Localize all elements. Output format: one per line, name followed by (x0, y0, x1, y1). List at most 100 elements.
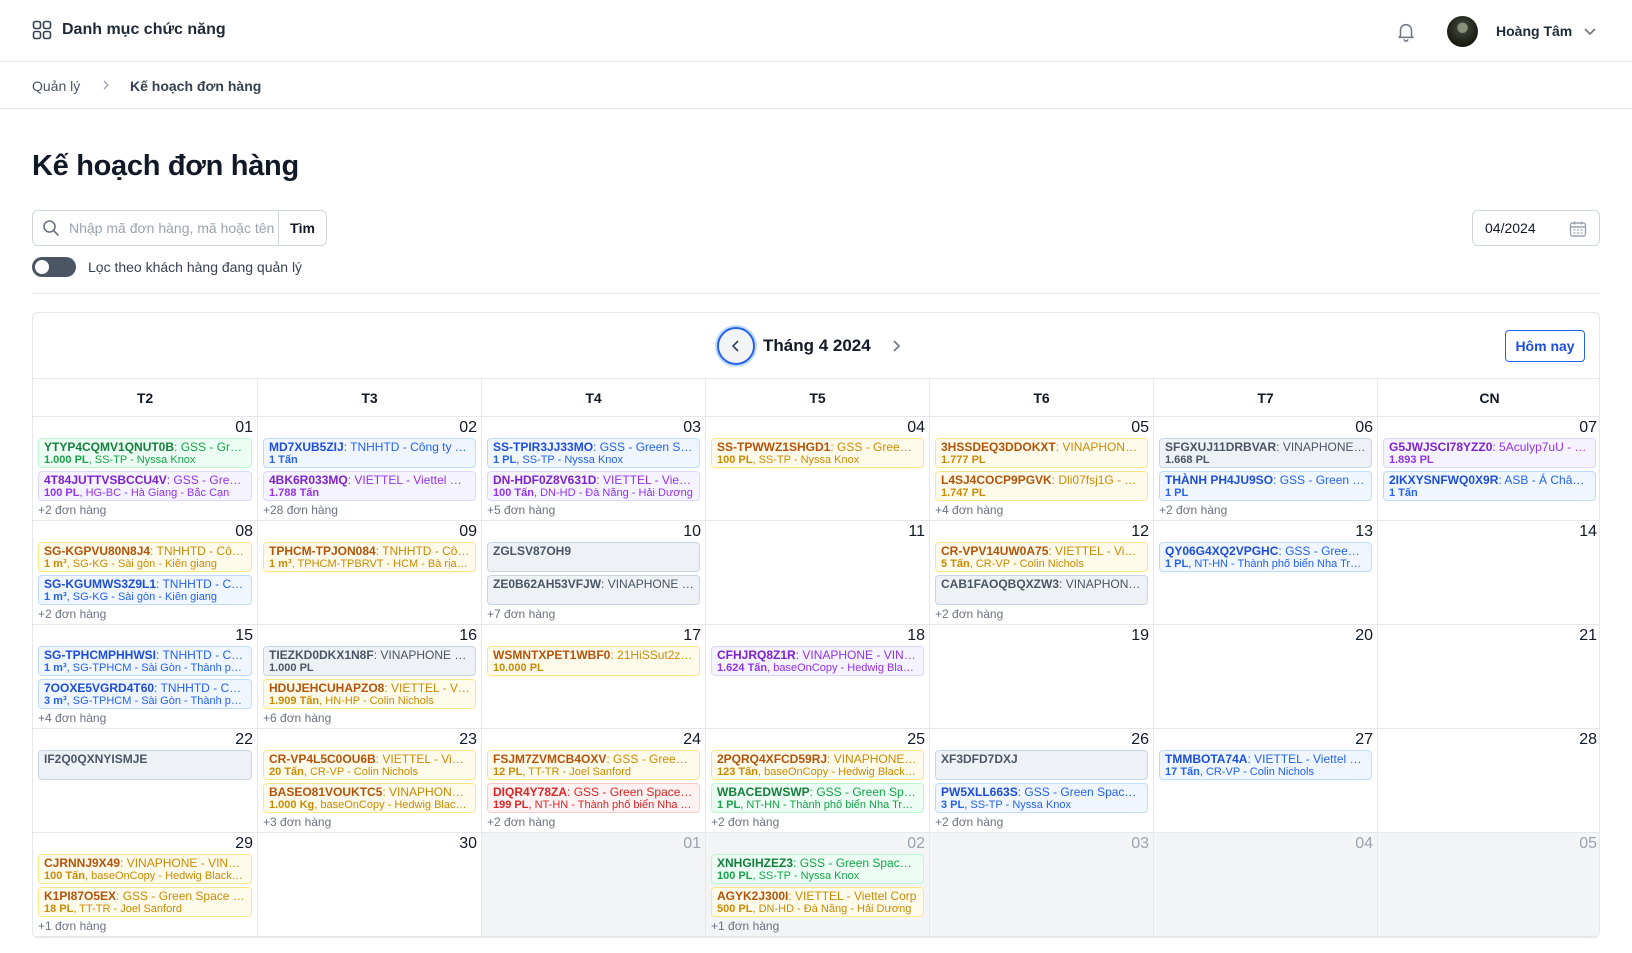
calendar-day-cell[interactable]: 02 XNHGIHZEZ3: GSS - Green Space Solution… (705, 833, 929, 937)
next-month-button[interactable] (883, 333, 909, 359)
calendar-day-cell[interactable]: 08SG-KGPVU80N8J4: TNHHTD - Công ty TNHH1… (33, 521, 257, 625)
calendar-day-cell[interactable]: 15 SG-TPHCMPHHWSI: TNHHTD - Công ty TNHH1… (33, 625, 257, 729)
chevron-down-icon[interactable] (1583, 24, 1597, 38)
order-event[interactable]: AGYK2J300I: VIETTEL - Viettel Corp 500 PL… (711, 887, 924, 917)
breadcrumb-item-manage[interactable]: Quản lý (32, 78, 80, 94)
user-avatar[interactable] (1447, 16, 1478, 47)
more-orders-link[interactable]: +2 đơn hàng (935, 816, 1148, 829)
order-event[interactable]: WBACEDWSWP: GSS - Green Space Solutions1… (711, 783, 924, 813)
order-event[interactable]: WSMNTXPET1WBF0: 21HiSSut2z - Customer10.… (487, 646, 700, 676)
prev-month-button[interactable] (717, 327, 755, 365)
order-event[interactable]: 2IKXYSNFWQ0X9R: ASB - Á Châu Bank1 Tấn (1383, 471, 1596, 501)
calendar-day-cell[interactable]: 04 (1153, 833, 1377, 937)
more-orders-link[interactable]: +1 đơn hàng (711, 920, 924, 933)
order-event[interactable]: XF3DFD7DXJ (935, 750, 1148, 780)
order-event[interactable]: 3HSSDEQ3DDOKXT: VINAPHONE - Vinaphone Co… (935, 438, 1148, 468)
order-event[interactable]: TPHCM-TPJON084: TNHHTD - Công ty TNHH1 m… (263, 542, 476, 572)
more-orders-link[interactable]: +7 đơn hàng (487, 608, 700, 621)
calendar-day-cell[interactable]: 30 (257, 833, 481, 937)
more-orders-link[interactable]: +1 đơn hàng (38, 920, 252, 933)
calendar-day-cell[interactable]: 26 XF3DFD7DXJ PW5XLL663S: GSS - Green Spac… (929, 729, 1153, 833)
calendar-day-cell[interactable]: 16 TIEZKD0DKX1N8F: VINAPHONE - Vinaphone … (257, 625, 481, 729)
order-event[interactable]: SG-TPHCMPHHWSI: TNHHTD - Công ty TNHH1 m… (38, 646, 252, 676)
order-event[interactable]: HDUJEHCUHAPZO8: VIETTEL - Viettel Corp1.… (263, 679, 476, 709)
calendar-day-cell[interactable]: 20 (1153, 625, 1377, 729)
order-event[interactable]: TIEZKD0DKX1N8F: VINAPHONE - Vinaphone Co… (263, 646, 476, 676)
order-event[interactable]: DIQR4Y78ZA: GSS - Green Space Solutions1… (487, 783, 700, 813)
calendar-day-cell[interactable]: 28 (1377, 729, 1599, 833)
calendar-day-cell[interactable]: 25 2PQRQ4XFCD59RJ: VINAPHONE - Vinaphone … (705, 729, 929, 833)
calendar-day-cell[interactable]: 29 CJRNNJ9X49: VINAPHONE - VINAPHONE Corp… (33, 833, 257, 937)
order-event[interactable]: CR-VPV14UW0A75: VIETTEL - Viettel Corp5 … (935, 542, 1148, 572)
filter-toggle[interactable] (32, 257, 76, 277)
order-event[interactable]: 4T84JUTTVSBCCU4V: GSS - Green Space Solu… (38, 471, 252, 501)
calendar-day-cell[interactable]: 24 FSJM7ZVMCB4OXV: GSS - Green Space Solu… (481, 729, 705, 833)
calendar-day-cell[interactable]: 17WSMNTXPET1WBF0: 21HiSSut2z - Customer1… (481, 625, 705, 729)
user-name[interactable]: Hoàng Tâm (1496, 23, 1572, 39)
order-event[interactable]: 7OOXE5VGRD4T60: TNHHTD - Công ty TNHH3 m… (38, 679, 252, 709)
calendar-day-cell[interactable]: 04 SS-TPWWZ1SHGD1: GSS - Green Space Solu… (705, 417, 929, 521)
order-event[interactable]: XNHGIHZEZ3: GSS - Green Space Solutions1… (711, 854, 924, 884)
more-orders-link[interactable]: +2 đơn hàng (487, 816, 700, 829)
calendar-day-cell[interactable]: 13 QY06G4XQ2VPGHC: GSS - Green Space Solu… (1153, 521, 1377, 625)
order-event[interactable]: SS-TPIR3JJ33MO: GSS - Green Space Soluti… (487, 438, 700, 468)
calendar-day-cell[interactable]: 12 CR-VPV14UW0A75: VIETTEL - Viettel Corp… (929, 521, 1153, 625)
calendar-day-cell[interactable]: 07G5JWJSCI78YZZ0: 5Aculyp7uU - Customer1… (1377, 417, 1599, 521)
order-event[interactable]: SG-KGPVU80N8J4: TNHHTD - Công ty TNHH1 m… (38, 542, 252, 572)
more-orders-link[interactable]: +4 đơn hàng (38, 712, 252, 725)
bell-icon[interactable] (1395, 20, 1417, 42)
order-event[interactable]: PW5XLL663S: GSS - Green Space Solutions3… (935, 783, 1148, 813)
order-event[interactable]: FSJM7ZVMCB4OXV: GSS - Green Space Soluti… (487, 750, 700, 780)
order-event[interactable]: 2PQRQ4XFCD59RJ: VINAPHONE - Vinaphone Co… (711, 750, 924, 780)
search-button[interactable]: Tìm (278, 211, 326, 245)
more-orders-link[interactable]: +2 đơn hàng (38, 608, 252, 621)
calendar-day-cell[interactable]: 10 ZGLSV87OH9 ZE0B62AH53VFJW: VINAPHONE - … (481, 521, 705, 625)
calendar-day-cell[interactable]: 21 (1377, 625, 1599, 729)
calendar-day-cell[interactable]: 19 (929, 625, 1153, 729)
order-event[interactable]: SS-TPWWZ1SHGD1: GSS - Green Space Soluti… (711, 438, 924, 468)
today-button[interactable]: Hôm nay (1505, 330, 1585, 362)
order-event[interactable]: ZE0B62AH53VFJW: VINAPHONE - Vinaphone Co… (487, 575, 700, 605)
calendar-day-cell[interactable]: 01 (481, 833, 705, 937)
order-event[interactable]: G5JWJSCI78YZZ0: 5Aculyp7uU - Customer1.8… (1383, 438, 1596, 468)
calendar-day-cell[interactable]: 27 TMMBOTA74A: VIETTEL - Viettel Corp 17 T… (1153, 729, 1377, 833)
order-event[interactable]: YTYP4CQMV1QNUT0B: GSS - Green Space Solu… (38, 438, 252, 468)
more-orders-link[interactable]: +5 đơn hàng (487, 504, 700, 517)
more-orders-link[interactable]: +2 đơn hàng (1159, 504, 1372, 517)
calendar-day-cell[interactable]: 14 (1377, 521, 1599, 625)
search-input[interactable] (69, 211, 278, 245)
more-orders-link[interactable]: +6 đơn hàng (263, 712, 476, 725)
order-event[interactable]: SG-KGUMWS3Z9L1: TNHHTD - Công ty TNHH1 m… (38, 575, 252, 605)
order-event[interactable]: BASEO81VOUKTC5: VINAPHONE - Vinaphone Co… (263, 783, 476, 813)
order-event[interactable]: 4BK6R033MQ: VIETTEL - Viettel Corp 1.788 … (263, 471, 476, 501)
order-event[interactable]: DN-HDF0Z8V631D: VIETTEL - Viettel Corp10… (487, 471, 700, 501)
calendar-day-cell[interactable]: 09 TPHCM-TPJON084: TNHHTD - Công ty TNHH1… (257, 521, 481, 625)
calendar-day-cell[interactable]: 05 (1377, 833, 1599, 937)
more-orders-link[interactable]: +2 đơn hàng (935, 608, 1148, 621)
more-orders-link[interactable]: +28 đơn hàng (263, 504, 476, 517)
order-event[interactable]: TMMBOTA74A: VIETTEL - Viettel Corp 17 Tấn… (1159, 750, 1372, 780)
order-event[interactable]: CJRNNJ9X49: VINAPHONE - VINAPHONE Corp10… (38, 854, 252, 884)
calendar-day-cell[interactable]: 22 IF2Q0QXNYISMJE (33, 729, 257, 833)
order-event[interactable]: THÀNH PH4JU9SO: GSS - Green Space Soluti… (1159, 471, 1372, 501)
order-event[interactable]: CFHJRQ8Z1R: VINAPHONE - VINAPHONE Corp1.… (711, 646, 924, 676)
more-orders-link[interactable]: +2 đơn hàng (38, 504, 252, 517)
calendar-day-cell[interactable]: 06 SFGXUJ11DRBVAR: VINAPHONE - Vinaphone … (1153, 417, 1377, 521)
order-event[interactable]: K1PI87O5EX: GSS - Green Space Solutions1… (38, 887, 252, 917)
more-orders-link[interactable]: +2 đơn hàng (711, 816, 924, 829)
order-event[interactable]: CAB1FAOQBQXZW3: VINAPHONE - Vinaphone Co… (935, 575, 1148, 605)
function-menu-button[interactable]: Danh mục chức năng (32, 20, 226, 40)
more-orders-link[interactable]: +4 đơn hàng (935, 504, 1148, 517)
calendar-day-cell[interactable]: 03 (929, 833, 1153, 937)
more-orders-link[interactable]: +3 đơn hàng (263, 816, 476, 829)
calendar-day-cell[interactable]: 18 CFHJRQ8Z1R: VINAPHONE - VINAPHONE Corp… (705, 625, 929, 729)
calendar-day-cell[interactable]: 23 CR-VP4L5C0OU6B: VIETTEL - Viettel Corp… (257, 729, 481, 833)
order-event[interactable]: L4SJ4COCP9PGVK: Dli07fsj1G - Customer1.7… (935, 471, 1148, 501)
calendar-day-cell[interactable]: 02 MD7XUB5ZIJ: TNHHTD - Công ty TNHH1 Tấn… (257, 417, 481, 521)
order-event[interactable]: IF2Q0QXNYISMJE (38, 750, 252, 780)
order-event[interactable]: MD7XUB5ZIJ: TNHHTD - Công ty TNHH1 Tấn (263, 438, 476, 468)
order-event[interactable]: SFGXUJ11DRBVAR: VINAPHONE - Vinaphone Co… (1159, 438, 1372, 468)
order-event[interactable]: QY06G4XQ2VPGHC: GSS - Green Space Soluti… (1159, 542, 1372, 572)
calendar-day-cell[interactable]: 01 YTYP4CQMV1QNUT0B: GSS - Green Space So… (33, 417, 257, 521)
order-event[interactable]: CR-VP4L5C0OU6B: VIETTEL - Viettel Corp20… (263, 750, 476, 780)
